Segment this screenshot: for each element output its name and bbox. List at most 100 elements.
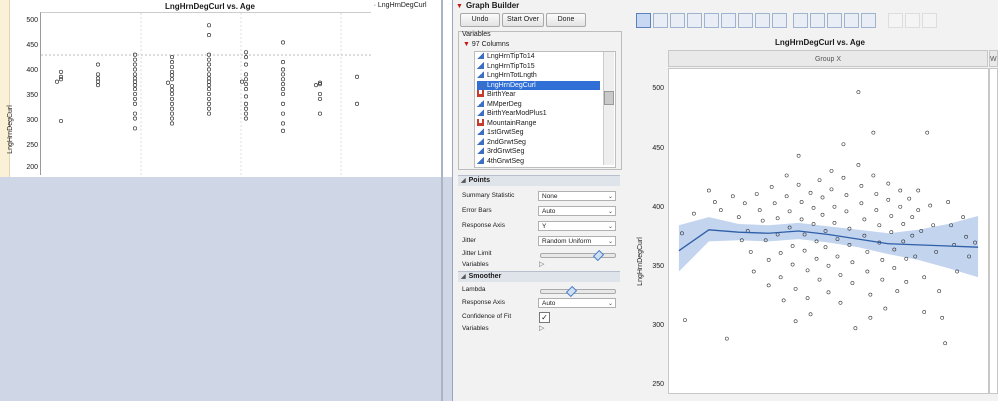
bar-icon[interactable]	[738, 13, 753, 28]
data-point	[169, 73, 175, 78]
points-icon[interactable]	[636, 13, 651, 28]
contour-icon[interactable]	[653, 13, 668, 28]
map-shapes-icon[interactable]	[922, 13, 937, 28]
data-point	[853, 326, 858, 331]
data-point	[778, 251, 783, 255]
points-section-header[interactable]: ◢ Points	[458, 175, 620, 186]
data-point	[886, 197, 891, 202]
column-list-scrollbar[interactable]	[603, 52, 614, 165]
nominal-column-icon	[477, 90, 484, 97]
ellipse-icon[interactable]	[687, 13, 702, 28]
data-point	[280, 121, 286, 126]
group-x-drop-zone-right[interactable]: W	[989, 50, 998, 67]
jitter-dropdown[interactable]: Random Uniform ⌄	[538, 236, 616, 246]
error-bars-dropdown[interactable]: Auto ⌄	[538, 206, 616, 216]
data-point	[169, 84, 175, 89]
column-list-item[interactable]: 1stGrwtSeg	[477, 128, 600, 138]
data-point	[925, 130, 930, 135]
area-icon[interactable]	[704, 13, 719, 28]
right-scatter-plot[interactable]	[668, 68, 989, 394]
graph-builder-header[interactable]: ▼ Graph Builder	[456, 1, 519, 10]
data-point	[132, 116, 138, 121]
data-point	[916, 188, 921, 193]
data-point	[280, 60, 286, 65]
window-divider[interactable]	[441, 0, 443, 401]
jitter-limit-slider[interactable]	[540, 253, 616, 258]
data-point	[243, 94, 249, 99]
data-point	[95, 79, 101, 84]
expand-triangle-icon[interactable]: ▷	[539, 260, 544, 268]
scrollbar-thumb[interactable]	[604, 91, 614, 105]
data-point	[790, 262, 795, 267]
column-list-item[interactable]: LngHrnTipTo14	[477, 52, 600, 62]
formula-icon[interactable]	[905, 13, 920, 28]
left-scatter-plot[interactable]	[40, 12, 371, 175]
smoother-section-header[interactable]: ◢ Smoother	[458, 271, 620, 282]
data-point	[937, 289, 942, 294]
disclosure-triangle-icon[interactable]: ◢	[461, 274, 466, 280]
caption-box-icon[interactable]	[888, 13, 903, 28]
data-point	[169, 77, 175, 82]
continuous-column-icon	[477, 109, 484, 116]
left-y-tick: 450	[26, 42, 38, 49]
line-of-fit-icon[interactable]	[670, 13, 685, 28]
column-name: LngHrnDegCurl	[487, 81, 536, 89]
smoother-response-axis-dropdown[interactable]: Auto ⌄	[538, 298, 616, 308]
column-list-item[interactable]: LngHrnTipTo15	[477, 61, 600, 72]
expand-triangle-icon[interactable]: ▷	[539, 324, 544, 332]
column-list[interactable]: LngHrnTipTo14 LngHrnTipTo15 LngHrnTotLng…	[474, 51, 616, 168]
column-list-item[interactable]: 2ndGrwtSeg	[477, 137, 600, 148]
data-point	[946, 200, 951, 204]
column-list-item[interactable]: 4thGrwtSeg	[477, 156, 600, 167]
data-point	[206, 79, 212, 84]
start-over-button[interactable]: Start Over	[502, 13, 544, 27]
chevron-down-icon: ⌄	[607, 194, 613, 200]
data-point	[841, 175, 846, 180]
column-list-item[interactable]: LngHrnTotLngth	[477, 71, 600, 81]
response-axis-dropdown[interactable]: Y ⌄	[538, 221, 616, 231]
data-point	[206, 101, 212, 106]
mosaic-icon[interactable]	[861, 13, 876, 28]
right-y-axis-label[interactable]: LngHrnDegCurl	[637, 237, 644, 286]
lambda-slider[interactable]	[540, 289, 616, 294]
column-name: LngHrnTipTo15	[487, 62, 535, 70]
column-list-item[interactable]: MountainRange	[477, 118, 600, 129]
data-point	[169, 116, 175, 121]
continuous-column-icon	[477, 137, 484, 145]
done-button[interactable]: Done	[546, 13, 586, 27]
data-point	[844, 209, 849, 214]
line-icon[interactable]	[721, 13, 736, 28]
data-point	[859, 201, 864, 206]
columns-header[interactable]: ▼ 97 Columns	[463, 41, 509, 48]
data-point	[784, 173, 789, 178]
undo-button[interactable]: Undo	[460, 13, 500, 27]
column-list-item[interactable]: BirthYear	[477, 90, 600, 100]
data-point	[206, 72, 212, 77]
column-list-item[interactable]: BirthYearModPlus1	[477, 109, 600, 119]
continuous-column-icon	[477, 80, 484, 88]
confidence-of-fit-label: Confidence of Fit	[462, 313, 512, 320]
box-plot-icon[interactable]	[772, 13, 787, 28]
summary-statistic-dropdown[interactable]: None ⌄	[538, 191, 616, 201]
disclosure-triangle-icon[interactable]: ▼	[463, 41, 470, 48]
data-point	[775, 216, 780, 221]
confidence-of-fit-checkbox[interactable]: ✓	[539, 312, 550, 323]
data-point	[742, 201, 747, 206]
column-list-item[interactable]: 3rdGrwtSeg	[477, 147, 600, 157]
data-point	[317, 111, 323, 116]
data-point	[790, 244, 795, 248]
data-point	[724, 336, 729, 341]
area-chart-icon[interactable]	[755, 13, 770, 28]
disclosure-triangle-icon[interactable]: ▼	[456, 3, 463, 10]
histogram-icon[interactable]	[793, 13, 808, 28]
column-list-item[interactable]: MMperDeg	[477, 99, 600, 110]
data-point	[829, 187, 834, 192]
disclosure-triangle-icon[interactable]: ◢	[461, 178, 466, 184]
data-point	[206, 96, 212, 101]
heatmap-icon[interactable]	[810, 13, 825, 28]
pie-icon[interactable]	[827, 13, 842, 28]
column-list-item-selected[interactable]: LngHrnDegCurl	[477, 80, 600, 90]
treemap-icon[interactable]	[844, 13, 859, 28]
continuous-column-icon	[477, 52, 484, 59]
group-x-drop-zone[interactable]: Group X	[668, 50, 988, 67]
